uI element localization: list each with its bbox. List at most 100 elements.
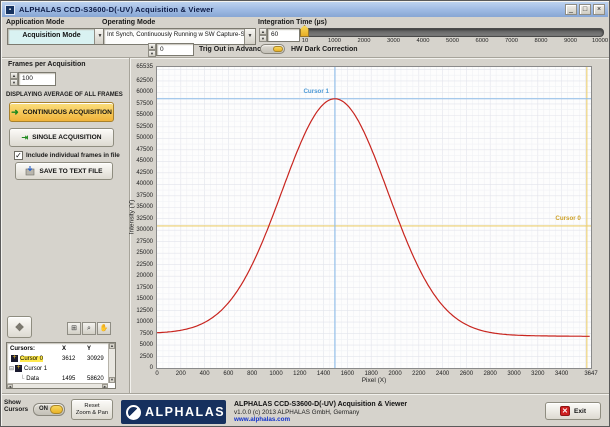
hw-dark-correction-toggle[interactable] bbox=[260, 44, 285, 54]
y-axis-title: Intensity (Y) bbox=[129, 200, 136, 235]
divider bbox=[2, 393, 610, 395]
continuous-acquisition-button[interactable]: ➜ CONTINUOUS ACQUISITION bbox=[9, 102, 114, 122]
green-arrow-icon: ➜ bbox=[11, 108, 19, 117]
continuous-acquisition-label: CONTINUOUS ACQUISITION bbox=[23, 109, 112, 116]
y-tick-label: 7500 bbox=[132, 331, 153, 337]
toggle-knob-icon[interactable] bbox=[273, 46, 283, 52]
cursor-tool-icon[interactable]: ⊞ bbox=[67, 322, 81, 335]
alphalas-logo-text: ALPHALAS bbox=[145, 405, 225, 419]
integration-time-slider-thumb[interactable] bbox=[300, 25, 309, 37]
slider-tick-label: 1000 bbox=[328, 38, 341, 44]
toggle-knob-icon[interactable] bbox=[50, 405, 64, 414]
cursor-name-label[interactable]: Cursor 0 bbox=[555, 215, 580, 222]
pan-diamond-button[interactable]: ❖ bbox=[7, 316, 32, 338]
integration-time-spinner[interactable]: ▲▼ 60 bbox=[259, 28, 300, 42]
decrement-icon[interactable]: ▼ bbox=[10, 79, 18, 86]
cursor-0-row[interactable]: Cursor 0 3612 30929 bbox=[8, 354, 107, 363]
single-acquisition-button[interactable]: ⇥ SINGLE ACQUISITION bbox=[9, 128, 114, 147]
plot-canvas[interactable] bbox=[157, 67, 591, 368]
y-tick-label: 47500 bbox=[132, 147, 153, 153]
cursor-1-row[interactable]: ⊟ Cursor 1 bbox=[8, 364, 107, 373]
four-way-diamond-icon: ❖ bbox=[15, 321, 25, 334]
scroll-down-icon[interactable]: ▼ bbox=[109, 377, 115, 383]
decrement-icon[interactable]: ▼ bbox=[148, 50, 156, 57]
y-tick-label: 25000 bbox=[132, 250, 153, 256]
y-tick-label: 27500 bbox=[132, 239, 153, 245]
slider-tick-label: 2000 bbox=[358, 38, 371, 44]
displaying-average-status: DISPLAYING AVERAGE OF ALL FRAMES bbox=[6, 92, 123, 98]
exit-button[interactable]: ✕ Exit bbox=[545, 402, 601, 420]
green-double-arrow-icon: ⇥ bbox=[21, 133, 28, 142]
cursor-1-data-y: 58620 bbox=[87, 376, 104, 382]
pan-tool-icon[interactable]: ✋ bbox=[97, 322, 111, 335]
y-tick-label: 65535 bbox=[132, 64, 153, 70]
chevron-down-icon[interactable]: ▼ bbox=[244, 29, 255, 44]
slider-tick-label: 10000 bbox=[592, 38, 608, 44]
slider-tick-label: 9000 bbox=[564, 38, 577, 44]
window-title: ALPHALAS CCD-S3600-D(-UV) Acquisition & … bbox=[19, 5, 214, 14]
cursor-1-data-row[interactable]: └ Data 1495 58620 bbox=[8, 374, 107, 383]
slider-tick-label: 8000 bbox=[535, 38, 548, 44]
cursor-0-icon bbox=[11, 355, 18, 362]
y-tick-label: 42500 bbox=[132, 170, 153, 176]
scroll-right-icon[interactable]: ► bbox=[102, 384, 108, 388]
close-button[interactable]: × bbox=[593, 4, 605, 15]
intensity-graph[interactable] bbox=[156, 66, 592, 369]
col-x-header: X bbox=[62, 346, 66, 352]
col-y-header: Y bbox=[87, 346, 91, 352]
y-tick-label: 5000 bbox=[132, 342, 153, 348]
maximize-button[interactable]: □ bbox=[579, 4, 591, 15]
show-cursors-toggle[interactable]: ON bbox=[33, 403, 65, 416]
cursor-0-name[interactable]: Cursor 0 bbox=[20, 356, 43, 362]
cursor-1-name[interactable]: Cursor 1 bbox=[24, 366, 47, 372]
cursor-name-label[interactable]: Cursor 1 bbox=[303, 88, 328, 95]
single-acquisition-label: SINGLE ACQUISITION bbox=[32, 134, 101, 141]
save-to-text-file-button[interactable]: SAVE TO TEXT FILE bbox=[15, 162, 113, 180]
tree-branch-icon: └ bbox=[20, 376, 24, 382]
y-tick-label: 17500 bbox=[132, 285, 153, 291]
increment-icon[interactable]: ▲ bbox=[148, 43, 156, 50]
x-tick-label: 2800 bbox=[484, 371, 497, 377]
alphalas-logo-icon bbox=[126, 405, 141, 420]
minimize-button[interactable]: _ bbox=[565, 4, 577, 15]
cursor-1-data-name: Data bbox=[26, 376, 39, 382]
decrement-icon[interactable]: ▼ bbox=[259, 35, 267, 42]
y-tick-label: 0 bbox=[132, 365, 153, 371]
intensity-curve bbox=[157, 99, 590, 336]
scroll-left-icon[interactable]: ◄ bbox=[7, 384, 13, 388]
scroll-up-icon[interactable]: ▲ bbox=[109, 343, 115, 349]
integration-time-field[interactable]: 60 bbox=[267, 28, 300, 42]
integration-time-slider-track[interactable] bbox=[301, 28, 604, 37]
include-frames-checkbox[interactable]: ✓ bbox=[14, 151, 23, 160]
graph-palette: ⊞ ⌕ ✋ bbox=[67, 322, 111, 335]
app-window: ▪ ALPHALAS CCD-S3600-D(-UV) Acquisition … bbox=[0, 0, 610, 427]
trig-out-spinner[interactable]: ▲▼ 0 bbox=[148, 43, 194, 57]
x-tick-label: 2400 bbox=[436, 371, 449, 377]
x-tick-label: 3400 bbox=[555, 371, 568, 377]
app-icon: ▪ bbox=[5, 5, 15, 15]
y-tick-label: 22500 bbox=[132, 262, 153, 268]
y-tick-label: 40000 bbox=[132, 181, 153, 187]
trig-out-field[interactable]: 0 bbox=[156, 43, 194, 56]
website-link[interactable]: www.alphalas.com bbox=[234, 416, 290, 423]
horizontal-scrollbar[interactable]: ◄ ► bbox=[7, 383, 108, 388]
slider-tick-label: 5000 bbox=[446, 38, 459, 44]
tree-collapse-icon[interactable]: ⊟ bbox=[9, 365, 14, 372]
reset-zoom-pan-button[interactable]: Reset Zoom & Pan bbox=[71, 399, 113, 420]
x-tick-label: 1200 bbox=[293, 371, 306, 377]
application-mode-dropdown[interactable]: Acquisition Mode ▼ bbox=[7, 28, 106, 45]
increment-icon[interactable]: ▲ bbox=[259, 28, 267, 35]
include-frames-label: Include individual frames in file bbox=[26, 152, 120, 159]
y-tick-label: 10000 bbox=[132, 319, 153, 325]
vertical-scrollbar[interactable]: ▲ ▼ bbox=[108, 343, 115, 383]
frames-per-acquisition-spinner[interactable]: ▲▼ 100 bbox=[10, 72, 56, 86]
cursors-table[interactable]: Cursors: X Y Cursor 0 3612 30929 ⊟ Curso… bbox=[6, 342, 116, 389]
frames-per-acquisition-label: Frames per Acquisition bbox=[8, 61, 86, 68]
divider bbox=[2, 57, 610, 59]
integration-time-label: Integration Time (µs) bbox=[258, 19, 327, 26]
frames-field[interactable]: 100 bbox=[18, 72, 56, 86]
x-tick-label: 1000 bbox=[269, 371, 282, 377]
cursor-1-icon bbox=[15, 365, 22, 372]
increment-icon[interactable]: ▲ bbox=[10, 72, 18, 79]
zoom-tool-icon[interactable]: ⌕ bbox=[82, 322, 96, 335]
